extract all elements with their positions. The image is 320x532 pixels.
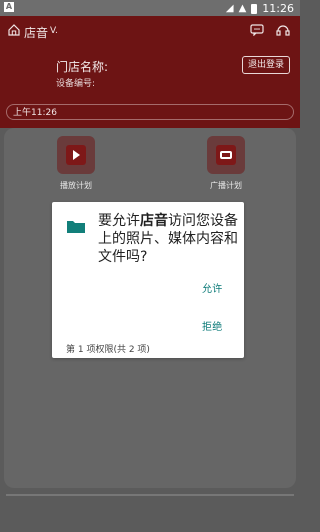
store-title[interactable]: 店音 xyxy=(24,24,48,41)
allow-button[interactable]: 允许 xyxy=(202,280,222,295)
deny-button[interactable]: 拒绝 xyxy=(202,318,222,333)
play-icon xyxy=(66,145,86,165)
time-chip: 上午11:26 xyxy=(6,104,294,120)
wifi-icon: ◢ xyxy=(225,2,234,14)
app-header: 店音 V. 门店名称: 设备编号: 退出登录 上午11:26 xyxy=(0,16,300,128)
play-icon-box xyxy=(57,136,95,174)
permission-title: 要允许店音访问您设备上的照片、媒体内容和文件吗? xyxy=(98,212,238,266)
home-icon[interactable] xyxy=(8,24,20,36)
status-badge-a: A xyxy=(4,2,14,12)
status-right: ◢ ▲ 11:26 xyxy=(226,2,294,15)
store-name-label: 门店名称: xyxy=(56,60,109,74)
folder-icon xyxy=(67,221,85,233)
bottom-divider xyxy=(6,494,294,496)
battery-icon xyxy=(251,3,258,14)
status-time: 11:26 xyxy=(262,2,294,15)
broadcast-icon-box xyxy=(207,136,245,174)
radio-icon xyxy=(216,145,236,165)
logout-button[interactable]: 退出登录 xyxy=(242,56,290,74)
permission-dialog: 要允许店音访问您设备上的照片、媒体内容和文件吗? 允许 拒绝 第 1 项权限(共… xyxy=(52,202,244,358)
message-icon[interactable] xyxy=(250,24,264,36)
headset-icon[interactable] xyxy=(276,24,290,36)
tile-play-plan[interactable]: 播放计划 xyxy=(50,136,102,190)
store-title-suffix: V. xyxy=(50,26,58,36)
device-number-label: 设备编号: xyxy=(56,79,96,89)
tile-broadcast-plan-label: 广播计划 xyxy=(210,181,242,190)
permission-title-app: 店音 xyxy=(140,213,168,229)
signal-icon: ▲ xyxy=(238,2,247,14)
tile-play-plan-label: 播放计划 xyxy=(60,181,92,190)
status-bar: A ◢ ▲ 11:26 xyxy=(0,0,300,16)
permission-title-prefix: 要允许 xyxy=(98,213,140,229)
permission-count: 第 1 项权限(共 2 项) xyxy=(66,345,150,355)
tile-broadcast-plan[interactable]: 广播计划 xyxy=(200,136,252,190)
